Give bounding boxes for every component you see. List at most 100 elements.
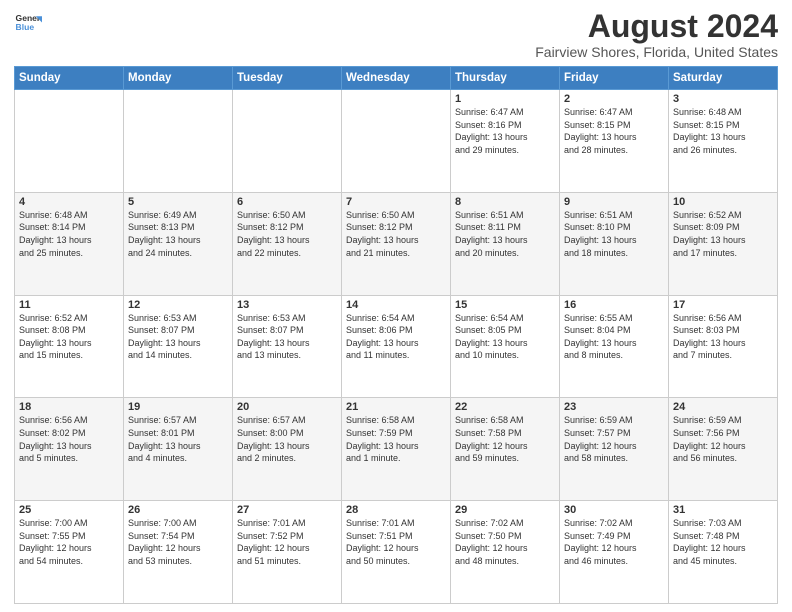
day-info: Sunrise: 6:54 AM Sunset: 8:05 PM Dayligh… xyxy=(455,312,555,362)
col-header-friday: Friday xyxy=(560,67,669,90)
calendar-cell: 31Sunrise: 7:03 AM Sunset: 7:48 PM Dayli… xyxy=(669,501,778,604)
week-row-4: 25Sunrise: 7:00 AM Sunset: 7:55 PM Dayli… xyxy=(15,501,778,604)
day-info: Sunrise: 7:01 AM Sunset: 7:51 PM Dayligh… xyxy=(346,517,446,567)
day-info: Sunrise: 6:59 AM Sunset: 7:56 PM Dayligh… xyxy=(673,414,773,464)
calendar-cell: 22Sunrise: 6:58 AM Sunset: 7:58 PM Dayli… xyxy=(451,398,560,501)
calendar-cell: 11Sunrise: 6:52 AM Sunset: 8:08 PM Dayli… xyxy=(15,295,124,398)
svg-text:Blue: Blue xyxy=(16,22,35,32)
day-number: 8 xyxy=(455,196,555,208)
day-number: 2 xyxy=(564,93,664,105)
day-info: Sunrise: 6:49 AM Sunset: 8:13 PM Dayligh… xyxy=(128,209,228,259)
col-header-tuesday: Tuesday xyxy=(233,67,342,90)
calendar-cell: 17Sunrise: 6:56 AM Sunset: 8:03 PM Dayli… xyxy=(669,295,778,398)
week-row-2: 11Sunrise: 6:52 AM Sunset: 8:08 PM Dayli… xyxy=(15,295,778,398)
day-number: 19 xyxy=(128,401,228,413)
day-number: 23 xyxy=(564,401,664,413)
day-info: Sunrise: 6:59 AM Sunset: 7:57 PM Dayligh… xyxy=(564,414,664,464)
col-header-thursday: Thursday xyxy=(451,67,560,90)
header: General Blue August 2024 Fairview Shores… xyxy=(14,10,778,60)
day-number: 25 xyxy=(19,504,119,516)
day-number: 11 xyxy=(19,299,119,311)
week-row-1: 4Sunrise: 6:48 AM Sunset: 8:14 PM Daylig… xyxy=(15,192,778,295)
col-header-wednesday: Wednesday xyxy=(342,67,451,90)
calendar-cell: 10Sunrise: 6:52 AM Sunset: 8:09 PM Dayli… xyxy=(669,192,778,295)
calendar-cell: 19Sunrise: 6:57 AM Sunset: 8:01 PM Dayli… xyxy=(124,398,233,501)
calendar-cell: 4Sunrise: 6:48 AM Sunset: 8:14 PM Daylig… xyxy=(15,192,124,295)
calendar-cell: 21Sunrise: 6:58 AM Sunset: 7:59 PM Dayli… xyxy=(342,398,451,501)
day-number: 4 xyxy=(19,196,119,208)
day-info: Sunrise: 6:47 AM Sunset: 8:16 PM Dayligh… xyxy=(455,106,555,156)
day-number: 14 xyxy=(346,299,446,311)
calendar-cell: 13Sunrise: 6:53 AM Sunset: 8:07 PM Dayli… xyxy=(233,295,342,398)
page: General Blue August 2024 Fairview Shores… xyxy=(0,0,792,612)
day-number: 29 xyxy=(455,504,555,516)
calendar-cell: 5Sunrise: 6:49 AM Sunset: 8:13 PM Daylig… xyxy=(124,192,233,295)
calendar-table: SundayMondayTuesdayWednesdayThursdayFrid… xyxy=(14,66,778,604)
calendar-cell: 6Sunrise: 6:50 AM Sunset: 8:12 PM Daylig… xyxy=(233,192,342,295)
day-info: Sunrise: 6:51 AM Sunset: 8:11 PM Dayligh… xyxy=(455,209,555,259)
day-number: 16 xyxy=(564,299,664,311)
calendar-cell: 18Sunrise: 6:56 AM Sunset: 8:02 PM Dayli… xyxy=(15,398,124,501)
logo-icon: General Blue xyxy=(14,10,42,38)
day-number: 17 xyxy=(673,299,773,311)
day-info: Sunrise: 6:51 AM Sunset: 8:10 PM Dayligh… xyxy=(564,209,664,259)
day-number: 21 xyxy=(346,401,446,413)
month-title: August 2024 xyxy=(535,10,778,42)
day-number: 27 xyxy=(237,504,337,516)
day-number: 12 xyxy=(128,299,228,311)
day-info: Sunrise: 6:56 AM Sunset: 8:02 PM Dayligh… xyxy=(19,414,119,464)
day-number: 10 xyxy=(673,196,773,208)
day-number: 6 xyxy=(237,196,337,208)
calendar-cell: 1Sunrise: 6:47 AM Sunset: 8:16 PM Daylig… xyxy=(451,90,560,193)
day-info: Sunrise: 6:50 AM Sunset: 8:12 PM Dayligh… xyxy=(346,209,446,259)
title-block: August 2024 Fairview Shores, Florida, Un… xyxy=(535,10,778,60)
day-number: 9 xyxy=(564,196,664,208)
calendar-cell xyxy=(342,90,451,193)
day-info: Sunrise: 6:58 AM Sunset: 7:59 PM Dayligh… xyxy=(346,414,446,464)
day-number: 31 xyxy=(673,504,773,516)
calendar-cell: 26Sunrise: 7:00 AM Sunset: 7:54 PM Dayli… xyxy=(124,501,233,604)
day-info: Sunrise: 6:57 AM Sunset: 8:01 PM Dayligh… xyxy=(128,414,228,464)
day-number: 5 xyxy=(128,196,228,208)
day-info: Sunrise: 6:50 AM Sunset: 8:12 PM Dayligh… xyxy=(237,209,337,259)
day-number: 20 xyxy=(237,401,337,413)
day-info: Sunrise: 6:52 AM Sunset: 8:08 PM Dayligh… xyxy=(19,312,119,362)
calendar-cell: 7Sunrise: 6:50 AM Sunset: 8:12 PM Daylig… xyxy=(342,192,451,295)
day-info: Sunrise: 6:53 AM Sunset: 8:07 PM Dayligh… xyxy=(128,312,228,362)
col-header-monday: Monday xyxy=(124,67,233,90)
day-info: Sunrise: 6:53 AM Sunset: 8:07 PM Dayligh… xyxy=(237,312,337,362)
day-info: Sunrise: 6:57 AM Sunset: 8:00 PM Dayligh… xyxy=(237,414,337,464)
calendar-cell: 3Sunrise: 6:48 AM Sunset: 8:15 PM Daylig… xyxy=(669,90,778,193)
calendar-cell: 29Sunrise: 7:02 AM Sunset: 7:50 PM Dayli… xyxy=(451,501,560,604)
day-info: Sunrise: 6:47 AM Sunset: 8:15 PM Dayligh… xyxy=(564,106,664,156)
day-number: 22 xyxy=(455,401,555,413)
day-number: 26 xyxy=(128,504,228,516)
day-info: Sunrise: 7:02 AM Sunset: 7:50 PM Dayligh… xyxy=(455,517,555,567)
day-info: Sunrise: 7:00 AM Sunset: 7:54 PM Dayligh… xyxy=(128,517,228,567)
day-info: Sunrise: 7:03 AM Sunset: 7:48 PM Dayligh… xyxy=(673,517,773,567)
day-info: Sunrise: 7:02 AM Sunset: 7:49 PM Dayligh… xyxy=(564,517,664,567)
day-number: 3 xyxy=(673,93,773,105)
calendar-cell: 16Sunrise: 6:55 AM Sunset: 8:04 PM Dayli… xyxy=(560,295,669,398)
calendar-cell: 24Sunrise: 6:59 AM Sunset: 7:56 PM Dayli… xyxy=(669,398,778,501)
day-info: Sunrise: 6:56 AM Sunset: 8:03 PM Dayligh… xyxy=(673,312,773,362)
logo: General Blue xyxy=(14,10,42,38)
day-number: 7 xyxy=(346,196,446,208)
calendar-cell: 8Sunrise: 6:51 AM Sunset: 8:11 PM Daylig… xyxy=(451,192,560,295)
day-info: Sunrise: 6:52 AM Sunset: 8:09 PM Dayligh… xyxy=(673,209,773,259)
calendar-cell: 20Sunrise: 6:57 AM Sunset: 8:00 PM Dayli… xyxy=(233,398,342,501)
week-row-3: 18Sunrise: 6:56 AM Sunset: 8:02 PM Dayli… xyxy=(15,398,778,501)
calendar-cell: 23Sunrise: 6:59 AM Sunset: 7:57 PM Dayli… xyxy=(560,398,669,501)
calendar-cell: 2Sunrise: 6:47 AM Sunset: 8:15 PM Daylig… xyxy=(560,90,669,193)
day-info: Sunrise: 6:48 AM Sunset: 8:15 PM Dayligh… xyxy=(673,106,773,156)
day-number: 24 xyxy=(673,401,773,413)
day-number: 30 xyxy=(564,504,664,516)
day-info: Sunrise: 6:48 AM Sunset: 8:14 PM Dayligh… xyxy=(19,209,119,259)
day-info: Sunrise: 6:54 AM Sunset: 8:06 PM Dayligh… xyxy=(346,312,446,362)
col-header-sunday: Sunday xyxy=(15,67,124,90)
calendar-cell xyxy=(15,90,124,193)
calendar-cell: 9Sunrise: 6:51 AM Sunset: 8:10 PM Daylig… xyxy=(560,192,669,295)
calendar-cell: 15Sunrise: 6:54 AM Sunset: 8:05 PM Dayli… xyxy=(451,295,560,398)
day-number: 1 xyxy=(455,93,555,105)
day-number: 13 xyxy=(237,299,337,311)
